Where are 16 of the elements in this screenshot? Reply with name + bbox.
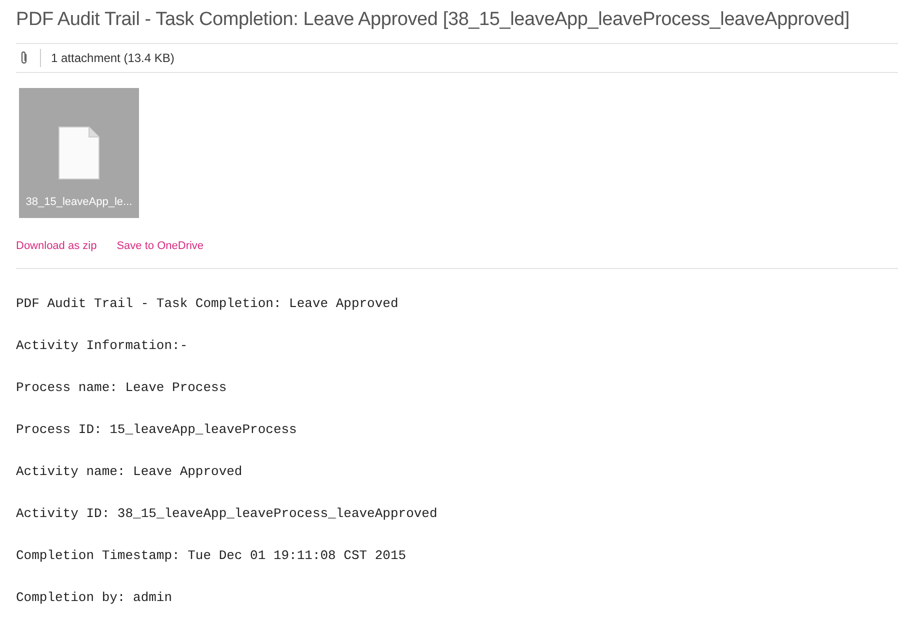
body-line: Activity name: Leave Approved xyxy=(16,463,244,480)
paperclip-icon xyxy=(19,50,29,66)
attachment-name: 38_15_leaveApp_le... xyxy=(26,194,132,210)
body-line: Process ID: 15_leaveApp_leaveProcess xyxy=(16,421,298,438)
body-line: Activity Information:- xyxy=(16,337,189,354)
attachment-summary: 1 attachment (13.4 KB) xyxy=(51,50,174,66)
body-line: Activity ID: 38_15_leaveApp_leaveProcess_leaveApproved xyxy=(16,505,438,522)
attachment-action-link[interactable]: Save to OneDrive xyxy=(116,238,204,254)
body-line: Completion by: admin xyxy=(16,589,174,606)
body-line: PDF Audit Trail - Task Completion: Leave Approved xyxy=(16,295,400,312)
email-subject: PDF Audit Trail - Task Completion: Leave Approved [38_15_leaveApp_leaveProcess_leaveApproved] xyxy=(16,6,898,44)
attachment-tile[interactable]: 38_15_leaveApp_le... xyxy=(19,88,139,218)
document-icon xyxy=(58,126,100,180)
attachment-action-link[interactable]: Download as zip xyxy=(16,238,97,254)
body-line: Process name: Leave Process xyxy=(16,379,228,396)
body-line: Completion Timestamp: Tue Dec 01 19:11:08 CST 2015 xyxy=(16,547,408,564)
